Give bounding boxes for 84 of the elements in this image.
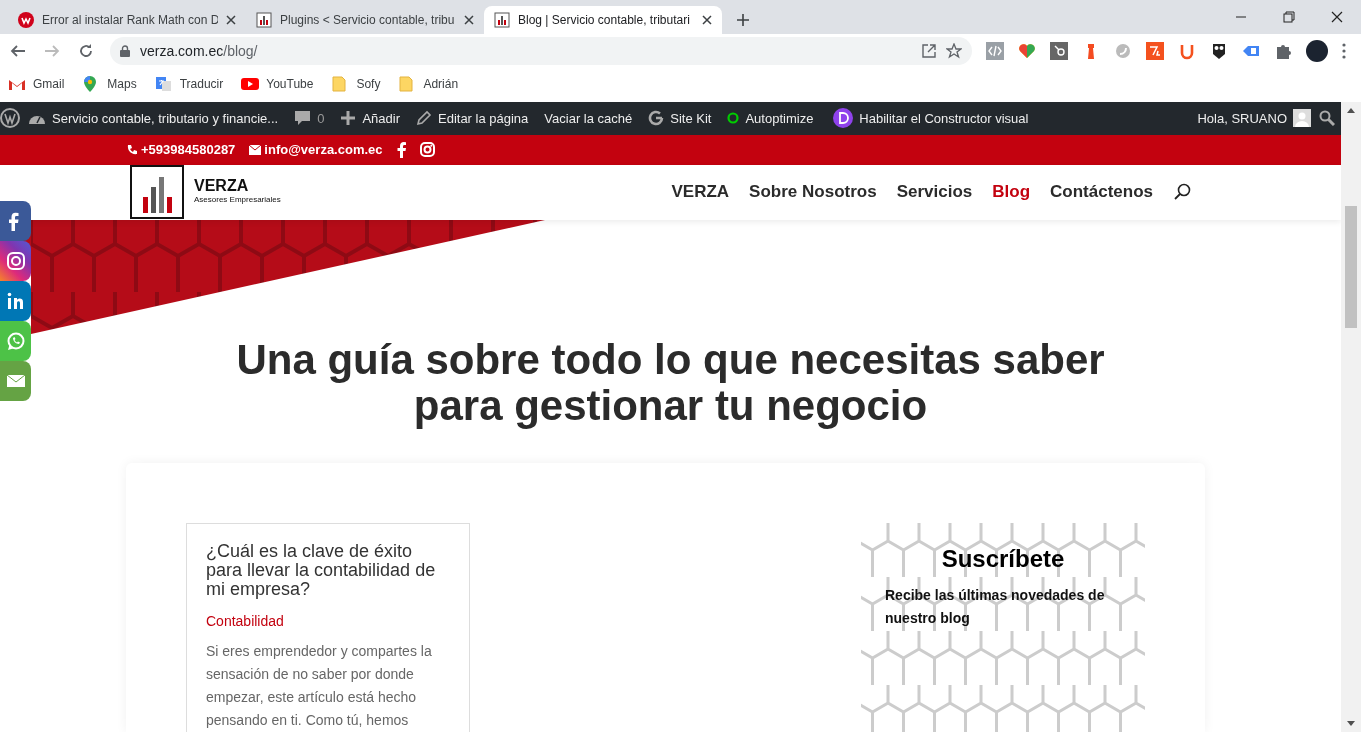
- phone-icon: [126, 143, 138, 156]
- admin-bar-link[interactable]: Habilitar el Constructor visual: [825, 108, 1037, 129]
- nav-link[interactable]: Servicios: [896, 179, 973, 205]
- bookmark-link[interactable]: Gmail: [8, 75, 65, 93]
- puzzle-icon[interactable]: [1274, 42, 1292, 60]
- owl-icon[interactable]: [1210, 42, 1228, 60]
- bookmark-link[interactable]: Adrián: [398, 75, 459, 93]
- browser-tab[interactable]: Plugins < Servicio contable, tribu: [246, 6, 484, 34]
- admin-bar-link[interactable]: 0: [286, 108, 333, 129]
- scroll-down-icon[interactable]: [1347, 721, 1355, 726]
- letter-u-icon[interactable]: [1178, 42, 1196, 60]
- circle-logo-icon: [18, 12, 34, 28]
- admin-bar-link[interactable]: Servicio contable, tributario y financie...: [20, 108, 287, 129]
- linkedin-share-button[interactable]: [0, 281, 31, 321]
- admin-bar-link[interactable]: Añadir: [332, 108, 408, 129]
- instagram-icon: [5, 251, 26, 271]
- admin-bar-link[interactable]: Site Kit: [640, 108, 720, 129]
- bookmark-link[interactable]: Traducir: [154, 75, 224, 93]
- subscribe-title: Suscríbete: [940, 545, 1066, 574]
- post-excerpt: Si eres emprendedor y compartes la sensación de no saber por donde empezar, este artículo está hecho pensando en ti. Como tú, hemos: [206, 642, 433, 730]
- envelope-share-button[interactable]: [0, 361, 31, 401]
- scroll-up-icon[interactable]: [1347, 108, 1355, 113]
- hub-icon[interactable]: [1050, 42, 1068, 60]
- plus-icon: [340, 110, 357, 127]
- share-icon[interactable]: [922, 44, 936, 58]
- scrollbar-thumb[interactable]: [1345, 206, 1357, 328]
- bar-chart-icon: [494, 12, 510, 28]
- letter-d-icon: [833, 108, 854, 129]
- close-icon[interactable]: [702, 15, 712, 25]
- admin-bar-link[interactable]: Autoptimize: [719, 108, 822, 129]
- lock-icon: [120, 45, 130, 57]
- scrollbar[interactable]: [1341, 102, 1361, 732]
- instagram-share-button[interactable]: [0, 241, 31, 281]
- bookmark-link[interactable]: YouTube: [241, 75, 314, 93]
- envelope-icon: [249, 144, 262, 155]
- percent-icon[interactable]: [1146, 42, 1164, 60]
- page-title: Una guía sobre todo lo que necesitas saber para gestionar tu negocio: [235, 337, 1106, 429]
- bookmark-link[interactable]: Sofy: [331, 75, 381, 93]
- new-tab-icon[interactable]: [736, 13, 750, 27]
- logo-subtitle: Asesores Empresariales: [194, 194, 281, 207]
- star-icon[interactable]: [946, 43, 962, 59]
- whatsapp-icon: [5, 331, 26, 351]
- facebook-icon[interactable]: [396, 141, 406, 158]
- subscribe-text: Recibe las últimas novedades de nuestro blog: [885, 585, 1106, 628]
- browser-tab[interactable]: Blog | Servicio contable, tributari: [484, 6, 722, 34]
- ring-icon: [727, 112, 740, 125]
- admin-bar-link[interactable]: Vaciar la caché: [536, 108, 641, 129]
- wordpress-logo-icon[interactable]: [0, 108, 20, 129]
- pencil-icon: [416, 110, 432, 127]
- google-g-icon: [648, 110, 665, 127]
- logo-title: VERZA: [194, 178, 250, 195]
- play-icon: [241, 76, 260, 92]
- search-icon[interactable]: [1173, 183, 1191, 202]
- close-icon[interactable]: [226, 15, 236, 25]
- bar-chart-icon: [256, 12, 272, 28]
- restore-icon: [1283, 11, 1295, 23]
- category-link[interactable]: Contabilidad: [206, 611, 284, 632]
- browser-tab[interactable]: Error al instalar Rank Math con D: [8, 6, 246, 34]
- translate-icon: [154, 76, 173, 92]
- search-icon[interactable]: [1319, 110, 1335, 127]
- comment-icon: [294, 110, 312, 127]
- logo-mark[interactable]: [130, 165, 184, 220]
- nav-link[interactable]: Contáctenos: [1050, 179, 1153, 205]
- more-icon[interactable]: [1342, 43, 1346, 59]
- heart-icon[interactable]: [1018, 42, 1036, 60]
- close-icon[interactable]: [464, 15, 474, 25]
- email-link[interactable]: info@verza.com.ec: [249, 140, 383, 160]
- post-title[interactable]: ¿Cuál es la clave de éxito para llevar la contabilidad de mi empresa?: [206, 542, 450, 599]
- close-icon: [1331, 11, 1343, 23]
- url-text: verza.com.ec/blog/: [140, 41, 258, 61]
- linkedin-icon: [5, 291, 26, 311]
- nav-link[interactable]: VERZA: [671, 179, 730, 205]
- phone-link[interactable]: +593984580287: [126, 140, 236, 160]
- profile-avatar[interactable]: [1306, 40, 1328, 62]
- nav-link[interactable]: Blog: [992, 179, 1031, 205]
- instagram-icon[interactable]: [419, 142, 435, 158]
- admin-bar-link[interactable]: Editar la página: [408, 108, 537, 129]
- bookmark-link[interactable]: Maps: [82, 75, 137, 93]
- avatar-silhouette-icon: [1293, 109, 1311, 128]
- facebook-share-button[interactable]: [0, 201, 31, 241]
- code-icon[interactable]: [986, 42, 1004, 60]
- account-link[interactable]: Hola, SRUANO: [1189, 108, 1319, 129]
- nav-link[interactable]: Sobre Nosotros: [749, 179, 877, 205]
- address-bar[interactable]: verza.com.ec/blog/: [110, 37, 972, 65]
